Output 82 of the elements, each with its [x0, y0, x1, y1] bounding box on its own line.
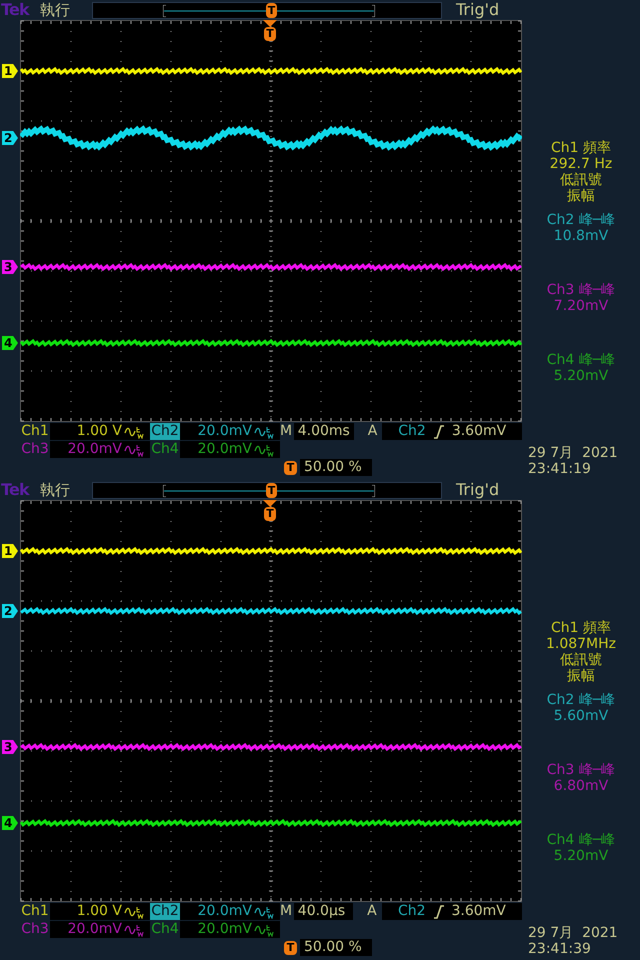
scale-value: 1.00 V — [76, 423, 122, 440]
bandwidth-limit-icon — [254, 442, 276, 456]
time-text: 23:41:39 — [528, 941, 592, 957]
timebase-label: M — [280, 423, 294, 440]
measurement-text: 低訊號 — [560, 652, 602, 668]
scale-value: 20.0mV — [68, 921, 122, 938]
trigger-level: 3.60mV — [452, 903, 506, 920]
trigger-arrow-icon — [263, 20, 277, 27]
record-trigger-marker: T — [266, 2, 277, 18]
run-state: 執行 — [40, 480, 71, 501]
bandwidth-limit-icon — [124, 922, 146, 936]
measurement-text: 低訊號 — [560, 172, 602, 188]
record-trigger-marker: T — [266, 482, 277, 498]
trigger-marker: T — [264, 507, 276, 521]
measurement-text: Ch2 峰─峰 — [546, 692, 616, 708]
bandwidth-limit-icon — [254, 904, 276, 918]
channel-marker[interactable]: 1 — [2, 544, 18, 558]
timebase-label: M — [280, 903, 294, 920]
scale-value: 20.0mV — [198, 441, 252, 458]
brand-label: Tek — [0, 479, 31, 501]
rising-edge-icon — [434, 424, 444, 438]
bandwidth-limit-icon — [124, 424, 146, 438]
measurement-text: 振幅 — [566, 668, 595, 684]
channel-label[interactable]: Ch4 — [150, 921, 180, 938]
brand-label: Tek — [0, 0, 31, 21]
run-state: 執行 — [40, 0, 71, 21]
channel-marker[interactable]: 1 — [2, 64, 18, 78]
scale-value: 20.0mV — [68, 441, 122, 458]
bandwidth-limit-icon — [124, 904, 146, 918]
trigger-level: 3.60mV — [452, 423, 506, 440]
trigger-mode: A — [367, 903, 378, 920]
bandwidth-limit-icon — [254, 424, 276, 438]
channel-marker[interactable]: 3 — [2, 740, 18, 754]
trigger-mode: A — [368, 423, 378, 440]
date-text: 29 7月 2021 — [528, 445, 618, 461]
measurement-text: 292.7 Hz — [550, 156, 612, 172]
channel-label[interactable]: Ch2 — [150, 903, 180, 920]
measurement-text: 1.087MHz — [546, 636, 616, 652]
channel-label[interactable]: Ch2 — [150, 423, 180, 440]
trigger-status: Trig'd — [456, 479, 500, 501]
measurement-text: 7.20mV — [554, 298, 608, 314]
time-text: 23:41:19 — [528, 461, 592, 477]
channel-label[interactable]: Ch1 — [20, 423, 50, 440]
channel-marker[interactable]: 2 — [2, 131, 18, 145]
trigger-source: Ch2 — [398, 903, 426, 920]
channel-marker[interactable]: 2 — [2, 604, 18, 618]
measurement-text: Ch3 峰─峰 — [546, 282, 616, 298]
rising-edge-icon — [434, 904, 444, 918]
trigger-position-value: 50.00 % — [304, 459, 362, 476]
trigger-position-marker: T — [284, 460, 297, 474]
measurement-text: 5.20mV — [554, 368, 608, 384]
trigger-marker: T — [264, 27, 276, 41]
channel-marker[interactable]: 3 — [2, 260, 18, 274]
measurement-text: Ch1 頻率 — [550, 620, 611, 636]
scale-value: 20.0mV — [198, 921, 252, 938]
trigger-position-value: 50.00 % — [304, 939, 362, 956]
channel-label[interactable]: Ch4 — [150, 441, 180, 458]
timebase-value: 4.00ms — [298, 423, 350, 440]
bandwidth-limit-icon — [254, 922, 276, 936]
trigger-arrow-icon — [263, 500, 277, 507]
bandwidth-limit-icon — [124, 442, 146, 456]
scale-value: 20.0mV — [198, 423, 252, 440]
measurement-text: 振幅 — [567, 188, 595, 204]
measurement-text: 10.8mV — [554, 228, 608, 244]
scale-value: 20.0mV — [198, 903, 252, 920]
trigger-status: Trig'd — [456, 0, 500, 21]
channel-marker[interactable]: 4 — [2, 816, 18, 830]
channel-marker[interactable]: 4 — [2, 336, 18, 350]
timebase-value: 40.0µs — [298, 903, 346, 920]
trigger-position-marker: T — [284, 940, 297, 954]
trigger-source: Ch2 — [398, 423, 426, 440]
measurement-text: 5.60mV — [554, 708, 608, 724]
measurement-text: Ch4 峰─峰 — [546, 352, 616, 368]
measurement-text: Ch3 峰─峰 — [546, 762, 616, 778]
date-text: 29 7月 2021 — [528, 925, 618, 941]
channel-label[interactable]: Ch1 — [20, 903, 50, 920]
measurement-text: Ch4 峰─峰 — [546, 832, 616, 848]
measurement-text: 6.80mV — [554, 778, 608, 794]
measurement-text: Ch1 頻率 — [550, 140, 611, 156]
measurement-text: 5.20mV — [554, 848, 608, 864]
scale-value: 1.00 V — [76, 903, 122, 920]
measurement-text: Ch2 峰─峰 — [546, 212, 616, 228]
